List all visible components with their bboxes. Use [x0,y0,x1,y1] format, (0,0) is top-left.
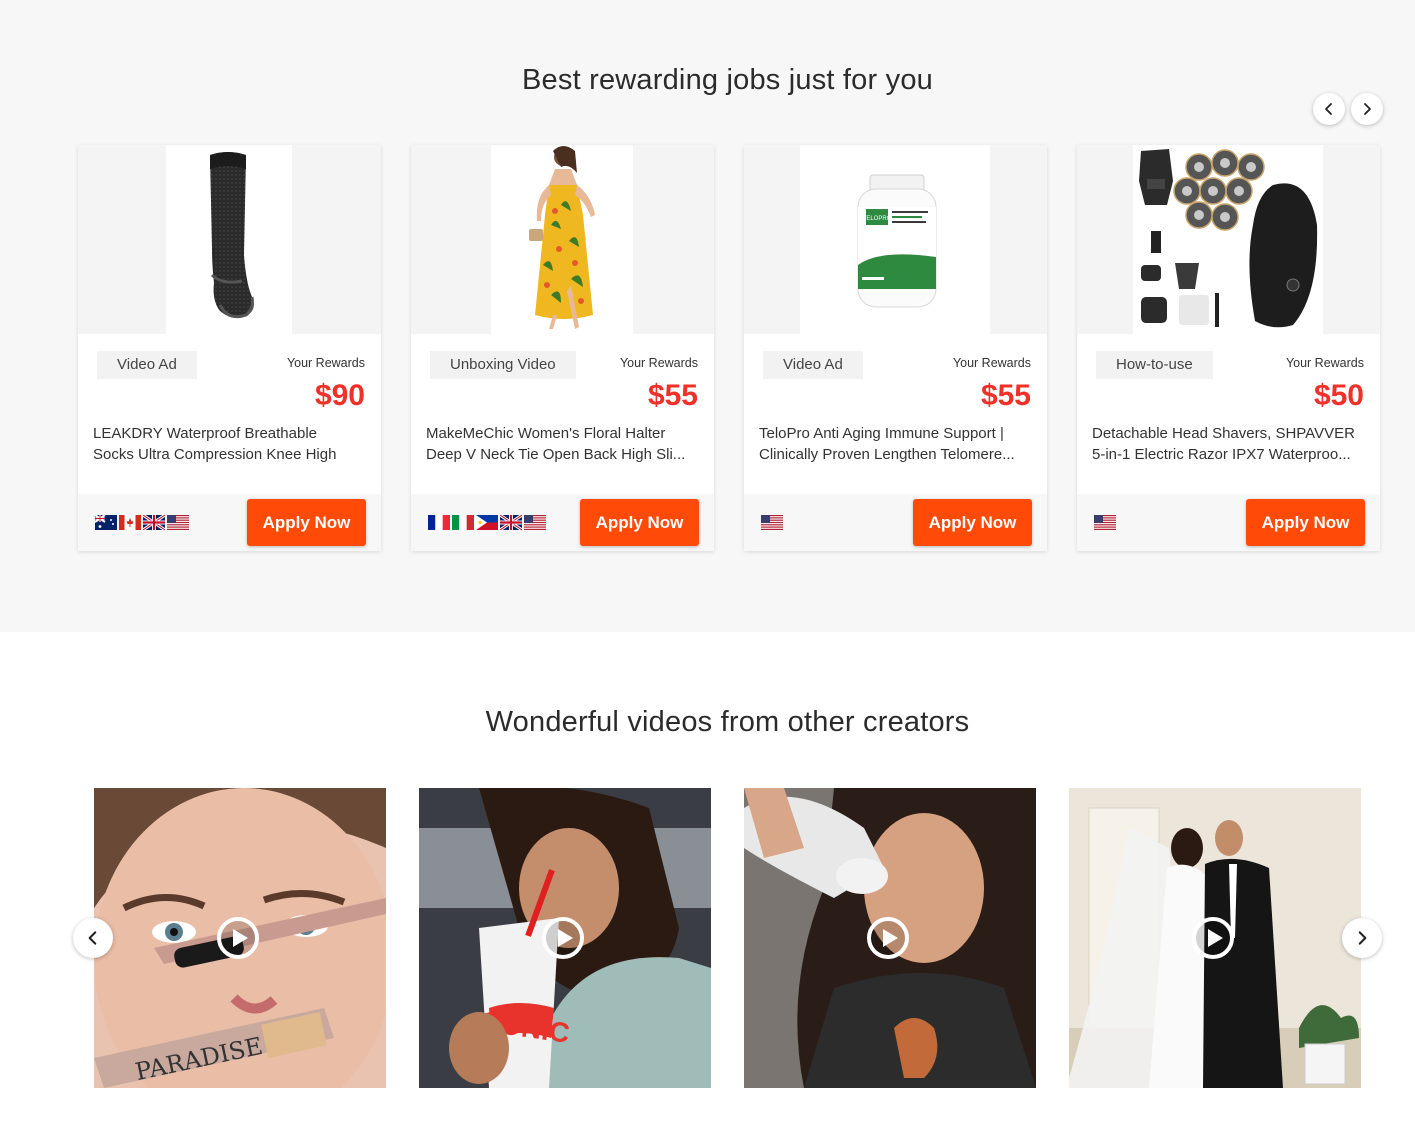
job-description: LEAKDRY Waterproof Breathable Socks Ultr… [93,423,368,465]
video-thumbnail[interactable]: PARADISE [94,788,386,1088]
job-card[interactable]: How-to-use Your Rewards $50 Detachable H… [1077,145,1380,551]
job-description-line: Detachable Head Shavers, SHPAVVER [1092,425,1355,442]
rewards-label: Your Rewards [1285,356,1364,370]
job-type-badge: Unboxing Video [430,351,576,379]
flag-ph-icon [476,515,498,530]
flag-au-icon [95,515,117,530]
flag-ca-icon [119,515,141,530]
reward-amount: $55 [647,379,698,412]
card-footer: Apply Now [744,494,1047,551]
job-description: TeloPro Anti Aging Immune Support | Clin… [759,423,1034,465]
job-type-badge: Video Ad [763,351,863,379]
flag-uk-icon [500,515,522,530]
job-card[interactable]: TELOPRO Video Ad Your Rewards $55 TeloPr… [744,145,1047,551]
video-thumbnail[interactable] [744,788,1036,1088]
reward-amount: $50 [1313,379,1364,412]
job-type-badge: Video Ad [97,351,197,379]
job-card[interactable]: Unboxing Video Your Rewards $55 MakeMeCh… [411,145,714,551]
card-footer: Apply Now [411,494,714,551]
product-image-socks[interactable] [166,145,292,334]
chevron-left-icon [88,931,97,945]
job-description-line: Clinically Proven Lengthen Telomere... [759,446,1015,463]
rewards-label: Your Rewards [286,356,365,370]
reward-amount: $90 [314,379,365,412]
job-description: Detachable Head Shavers, SHPAVVER 5-in-1… [1092,423,1367,465]
job-card[interactable]: Video Ad Your Rewards $90 LEAKDRY Waterp… [78,145,381,551]
country-flags [1094,515,1116,530]
card-footer: Apply Now [1077,494,1380,551]
product-image-bottle[interactable]: TELOPRO [800,145,990,334]
apply-now-button[interactable]: Apply Now [580,499,699,546]
product-image-area: TELOPRO [744,145,1047,334]
chevron-right-icon [1358,931,1367,945]
flag-it-icon [452,515,474,530]
videos-next-button[interactable] [1342,918,1382,958]
play-icon[interactable] [866,916,910,960]
video-thumbnail[interactable]: SONIC [419,788,711,1088]
job-description-line: LEAKDRY Waterproof Breathable [93,425,318,442]
rewards-label: Your Rewards [952,356,1031,370]
product-image-area [78,145,381,334]
play-icon[interactable] [541,916,585,960]
job-description: MakeMeChic Women's Floral Halter Deep V … [426,423,701,465]
job-description-line: TeloPro Anti Aging Immune Support | [759,425,1004,442]
flag-us-icon [761,515,783,530]
job-description-line: Deep V Neck Tie Open Back High Sli... [426,446,686,463]
country-flags [428,515,546,530]
flag-uk-icon [143,515,165,530]
flag-us-icon [524,515,546,530]
chevron-right-icon [1364,103,1371,115]
product-image-area [411,145,714,334]
reward-amount: $55 [980,379,1031,412]
apply-now-button[interactable]: Apply Now [1246,499,1365,546]
apply-now-button[interactable]: Apply Now [247,499,366,546]
jobs-section: Best rewarding jobs just for you Video A… [0,0,1415,632]
flag-us-icon [1094,515,1116,530]
flag-fr-icon [428,515,450,530]
product-image-area [1077,145,1380,334]
card-footer: Apply Now [78,494,381,551]
product-image-shaver[interactable] [1133,145,1323,334]
bottle-brand-text: TELOPRO [863,216,892,222]
jobs-next-button[interactable] [1351,93,1383,125]
country-flags [761,515,783,530]
flag-us-icon [167,515,189,530]
play-icon[interactable] [1191,916,1235,960]
apply-now-button[interactable]: Apply Now [913,499,1032,546]
videos-section-title: Wonderful videos from other creators [485,706,970,738]
jobs-section-title: Best rewarding jobs just for you [522,64,933,96]
video-thumbnail[interactable] [1069,788,1361,1088]
chevron-left-icon [1325,103,1332,115]
play-icon[interactable] [216,916,260,960]
job-description-line: 5-in-1 Electric Razor IPX7 Waterproo... [1092,446,1351,463]
country-flags [95,515,189,530]
job-type-badge: How-to-use [1096,351,1213,379]
jobs-prev-button[interactable] [1313,93,1345,125]
job-description-line: Socks Ultra Compression Knee High [93,446,337,463]
job-description-line: MakeMeChic Women's Floral Halter [426,425,666,442]
rewards-label: Your Rewards [619,356,698,370]
product-image-dress[interactable] [491,145,633,334]
videos-prev-button[interactable] [73,918,113,958]
